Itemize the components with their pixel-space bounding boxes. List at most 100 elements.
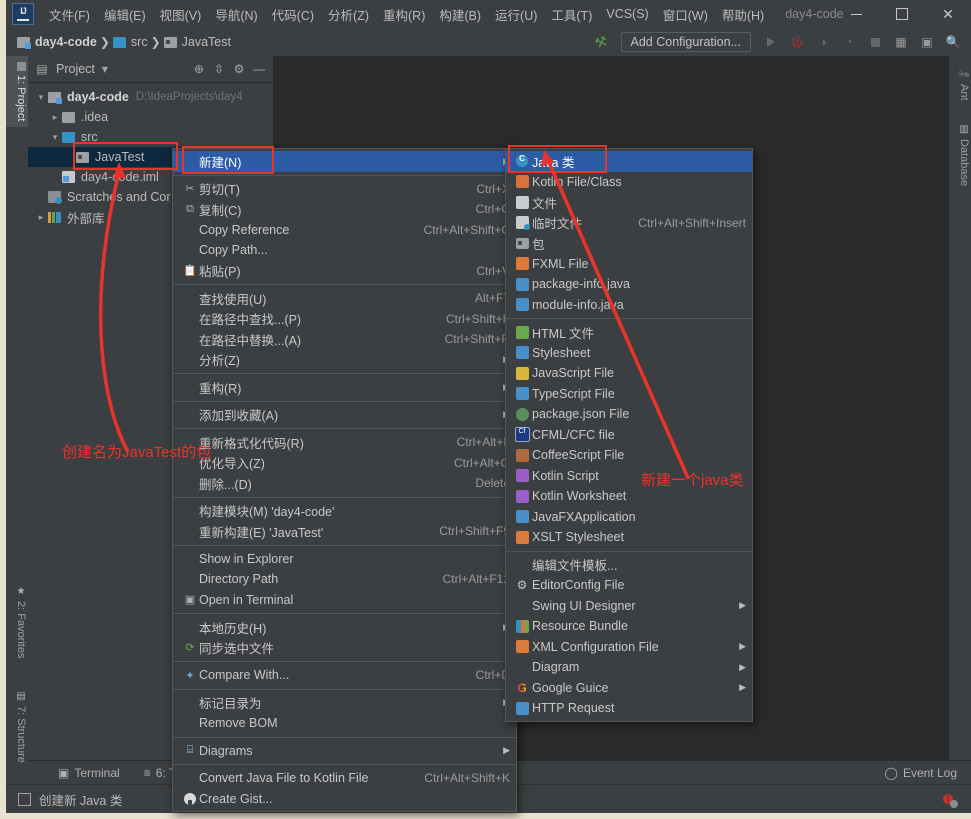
menu-item-run[interactable]: 运行(U)	[488, 1, 544, 28]
menu-item-analyze[interactable]: 分析(Z)	[321, 1, 376, 28]
submenu-item-http-request[interactable]: HTTP Request	[506, 698, 752, 719]
submenu-item-diagram[interactable]: Diagram ▶	[506, 657, 752, 678]
minimize-button[interactable]	[833, 0, 879, 28]
add-configuration-button[interactable]: Add Configuration...	[620, 32, 751, 52]
submenu-item-stylesheet[interactable]: Stylesheet	[506, 343, 752, 364]
context-menu-item-find-in-path[interactable]: 在路径中查找...(P) Ctrl+Shift+F	[173, 309, 516, 330]
submenu-item-package[interactable]: 包	[506, 233, 752, 254]
context-menu-item-compare-with[interactable]: ✦ Compare With... Ctrl+D	[173, 665, 516, 686]
hide-icon[interactable]: —	[249, 59, 269, 79]
menu-item-navigate[interactable]: 导航(N)	[208, 1, 264, 28]
coverage-icon[interactable]: ◑	[811, 31, 835, 53]
bottom-item-terminal[interactable]: ▣ Terminal	[58, 766, 120, 780]
context-menu-item-copy-path[interactable]: Copy Path...	[173, 240, 516, 261]
menu-item-build[interactable]: 构建(B)	[432, 1, 488, 28]
context-menu-item-add-to-favorites[interactable]: 添加到收藏(A) ▶	[173, 405, 516, 426]
breadcrumb-item-javatest[interactable]: JavaTest	[161, 33, 234, 51]
tree-row-src[interactable]: ▾ src	[28, 127, 273, 147]
context-menu-item-paste[interactable]: 📋 粘贴(P) Ctrl+V	[173, 261, 516, 282]
submenu-item-module-info[interactable]: module-info.java	[506, 295, 752, 316]
locate-icon[interactable]: ⊕	[189, 59, 209, 79]
context-menu-item-cut[interactable]: ✂ 剪切(T) Ctrl+X	[173, 179, 516, 200]
terminal-icon[interactable]: ▣	[915, 31, 939, 53]
build-hammer-icon[interactable]: ⚒	[585, 28, 615, 57]
submenu-item-edit-file-templates[interactable]: 编辑文件模板...	[506, 555, 752, 576]
submenu-item-javafx-application[interactable]: JavaFXApplication	[506, 507, 752, 528]
context-menu-item-show-in-explorer[interactable]: Show in Explorer	[173, 549, 516, 570]
project-structure-icon[interactable]: ▦	[889, 31, 913, 53]
sidebar-item-ant[interactable]: 🐜 Ant	[949, 62, 971, 107]
submenu-item-file[interactable]: 文件	[506, 192, 752, 213]
context-menu-item-analyze[interactable]: 分析(Z) ▶	[173, 350, 516, 371]
debug-icon[interactable]: 🐞	[785, 31, 809, 53]
context-menu-item-mark-directory-as[interactable]: 标记目录为 ▶	[173, 693, 516, 714]
submenu-item-fxml-file[interactable]: FXML File	[506, 254, 752, 275]
context-menu-item-delete[interactable]: 删除...(D) Delete	[173, 473, 516, 494]
submenu-item-coffeescript-file[interactable]: CoffeeScript File	[506, 445, 752, 466]
submenu-item-resource-bundle[interactable]: Resource Bundle	[506, 616, 752, 637]
context-menu-item-reformat-code[interactable]: 重新格式化代码(R) Ctrl+Alt+L	[173, 432, 516, 453]
sidebar-item-database[interactable]: ▥ Database	[949, 118, 971, 192]
submenu-item-package-info[interactable]: package-info.java	[506, 274, 752, 295]
run-icon[interactable]	[759, 31, 783, 53]
breadcrumb-item-project[interactable]: day4-code	[14, 33, 100, 51]
menu-item-refactor[interactable]: 重构(R)	[376, 1, 432, 28]
context-menu-item-local-history[interactable]: 本地历史(H) ▶	[173, 617, 516, 638]
submenu-item-xslt-stylesheet[interactable]: XSLT Stylesheet	[506, 527, 752, 548]
menu-item-help[interactable]: 帮助(H)	[715, 1, 771, 28]
expand-arrow-icon[interactable]: ▸	[48, 112, 62, 123]
submenu-item-swing-ui-designer[interactable]: Swing UI Designer ▶	[506, 596, 752, 617]
menu-item-window[interactable]: 窗口(W)	[656, 1, 715, 28]
expand-arrow-icon[interactable]: ▾	[48, 132, 62, 143]
menu-separator	[173, 496, 516, 498]
stop-icon[interactable]	[863, 31, 887, 53]
context-menu-item-synchronize[interactable]: ⟳ 同步选中文件	[173, 638, 516, 659]
chevron-down-icon[interactable]: ▾	[95, 59, 115, 79]
context-menu-item-rebuild[interactable]: 重新构建(E) 'JavaTest' Ctrl+Shift+F9	[173, 521, 516, 542]
submenu-item-google-guice[interactable]: G Google Guice ▶	[506, 678, 752, 699]
submenu-item-typescript-file[interactable]: TypeScript File	[506, 384, 752, 405]
context-menu-item-optimize-imports[interactable]: 优化导入(Z) Ctrl+Alt+O	[173, 453, 516, 474]
expand-arrow-icon[interactable]: ▾	[34, 92, 48, 103]
maximize-button[interactable]	[879, 0, 925, 28]
submenu-item-cfml-file[interactable]: CFML/CFC file	[506, 425, 752, 446]
profile-icon[interactable]: ◔	[837, 31, 861, 53]
event-log-button[interactable]: ◯ Event Log	[885, 766, 971, 780]
close-button[interactable]: ✕	[925, 0, 971, 28]
context-menu-item-replace-in-path[interactable]: 在路径中替换...(A) Ctrl+Shift+R	[173, 329, 516, 350]
context-menu-item-copy-reference[interactable]: Copy Reference Ctrl+Alt+Shift+C	[173, 220, 516, 241]
context-menu-item-directory-path[interactable]: Directory Path Ctrl+Alt+F12	[173, 569, 516, 590]
breadcrumb-item-src[interactable]: src	[110, 33, 151, 51]
submenu-item-java-class[interactable]: Java 类	[506, 151, 752, 172]
context-menu-item-refactor[interactable]: 重构(R) ▶	[173, 377, 516, 398]
submenu-item-scratch-file[interactable]: 临时文件 Ctrl+Alt+Shift+Insert	[506, 213, 752, 234]
search-icon[interactable]: 🔍	[941, 31, 965, 53]
menu-item-code[interactable]: 代码(C)	[265, 1, 321, 28]
context-menu-item-diagrams[interactable]: ⌸ Diagrams ▶	[173, 741, 516, 762]
menu-item-vcs[interactable]: VCS(S)	[599, 3, 655, 25]
submenu-item-package-json[interactable]: package.json File	[506, 404, 752, 425]
context-menu-item-build-module[interactable]: 构建模块(M) 'day4-code'	[173, 501, 516, 522]
collapse-all-icon[interactable]: ⇳	[209, 59, 229, 79]
context-menu-item-open-in-terminal[interactable]: ▣ Open in Terminal	[173, 590, 516, 611]
context-menu-item-remove-bom[interactable]: Remove BOM	[173, 713, 516, 734]
tree-row-day4-code[interactable]: ▾ day4-code D:\IdeaProjects\day4	[28, 87, 273, 107]
context-menu-item-new[interactable]: 新建(N) ▶	[173, 151, 516, 172]
context-menu-item-convert-java-to-kotlin[interactable]: Convert Java File to Kotlin File Ctrl+Al…	[173, 768, 516, 789]
submenu-item-javascript-file[interactable]: JavaScript File	[506, 363, 752, 384]
settings-gear-icon[interactable]: ⚙	[229, 59, 249, 79]
tree-row-idea[interactable]: ▸ .idea	[28, 107, 273, 127]
context-menu-item-find-usages[interactable]: 查找使用(U) Alt+F7	[173, 288, 516, 309]
expand-arrow-icon[interactable]: ▸	[34, 212, 48, 223]
context-menu-item-create-gist[interactable]: Create Gist...	[173, 789, 516, 810]
menu-item-tools[interactable]: 工具(T)	[544, 1, 599, 28]
menu-item-view[interactable]: 视图(V)	[153, 1, 209, 28]
submenu-item-editorconfig-file[interactable]: ⚙ EditorConfig File	[506, 575, 752, 596]
menu-item-file[interactable]: 文件(F)	[42, 1, 97, 28]
submenu-item-html-file[interactable]: HTML 文件	[506, 322, 752, 343]
submenu-item-xml-configuration-file[interactable]: XML Configuration File ▶	[506, 637, 752, 658]
menu-item-edit[interactable]: 编辑(E)	[97, 1, 153, 28]
context-menu-item-copy[interactable]: ⧉ 复制(C) Ctrl+C	[173, 199, 516, 220]
submenu-item-kotlin-file-class[interactable]: Kotlin File/Class	[506, 172, 752, 193]
notification-bug-icon[interactable]	[941, 793, 959, 809]
